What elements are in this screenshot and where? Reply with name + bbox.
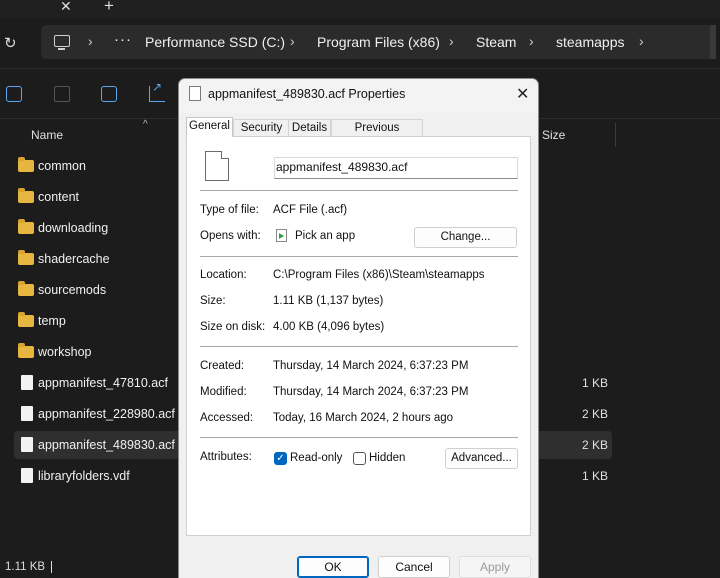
tab-bar: ✕ + (0, 0, 720, 17)
breadcrumb-steam[interactable]: Steam (476, 34, 516, 50)
column-name[interactable]: Name (31, 128, 63, 142)
copy-icon[interactable] (6, 86, 22, 102)
file-size: 2 KB (581, 438, 608, 452)
divider (200, 190, 518, 191)
readonly-label[interactable]: Read-only (290, 452, 342, 464)
file-icon (21, 437, 33, 452)
apply-button[interactable]: Apply (459, 556, 531, 578)
tab-general[interactable]: General (186, 117, 233, 137)
hidden-checkbox[interactable] (353, 452, 366, 465)
refresh-icon[interactable]: ↻ (4, 34, 17, 52)
new-tab-icon[interactable]: + (104, 0, 114, 16)
opens-with-label: Opens with: (200, 230, 261, 242)
file-name: temp (38, 314, 66, 328)
advanced-button[interactable]: Advanced... (445, 448, 518, 469)
cancel-button[interactable]: Cancel (378, 556, 450, 578)
column-divider[interactable] (615, 123, 616, 147)
divider (200, 437, 518, 438)
folder-icon (18, 250, 34, 265)
status-divider (51, 561, 52, 573)
accessed-label: Accessed: (200, 412, 254, 424)
folder-icon (18, 188, 34, 203)
ok-button[interactable]: OK (297, 556, 369, 578)
file-name: libraryfolders.vdf (38, 469, 130, 483)
chevron-right-icon[interactable]: › (639, 33, 644, 49)
size-value: 1.11 KB (1,137 bytes) (273, 295, 384, 307)
type-label: Type of file: (200, 204, 259, 216)
created-label: Created: (200, 360, 245, 372)
dialog-title: appmanifest_489830.acf Properties (208, 87, 406, 101)
paste-icon[interactable] (54, 86, 70, 102)
location-label: Location: (200, 269, 247, 281)
file-name: content (38, 190, 80, 204)
size-label: Size: (200, 295, 226, 307)
accessed-value: Today, 16 March 2024, 2 hours ago (273, 412, 454, 424)
file-size: 1 KB (581, 469, 608, 483)
type-value: ACF File (.acf) (273, 204, 348, 216)
chevron-right-icon[interactable]: › (290, 33, 295, 49)
file-name-field[interactable]: appmanifest_489830.acf (274, 157, 518, 179)
file-icon (189, 86, 201, 101)
file-size: 1 KB (581, 376, 608, 390)
file-icon (21, 406, 33, 421)
file-name: appmanifest_228980.acf (38, 407, 175, 421)
divider (200, 346, 518, 347)
this-pc-icon[interactable] (54, 35, 70, 50)
folder-icon (18, 312, 34, 327)
attributes-label: Attributes: (200, 451, 252, 463)
close-tab-icon[interactable]: ✕ (60, 0, 72, 15)
properties-dialog: appmanifest_489830.acf Properties ✕ Gene… (178, 78, 539, 578)
tab-details[interactable]: Details (288, 119, 331, 136)
file-name: sourcemods (38, 283, 107, 297)
file-name: appmanifest_47810.acf (38, 376, 168, 390)
sort-ascending-icon: ^ (143, 119, 148, 130)
change-button[interactable]: Change... (414, 227, 517, 248)
address-bar: ↻ › ··· Performance SSD (C:) › Program F… (0, 17, 720, 69)
document-icon (205, 151, 229, 181)
breadcrumb-steamapps[interactable]: steamapps (556, 34, 624, 50)
dialog-footer: OK Cancel Apply (179, 547, 538, 578)
tab-security[interactable]: Security (233, 119, 290, 136)
folder-icon (18, 157, 34, 172)
file-name: shadercache (38, 252, 110, 266)
breadcrumb[interactable]: › ··· Performance SSD (C:) › Program Fil… (41, 25, 716, 59)
hidden-label[interactable]: Hidden (369, 452, 405, 464)
more-breadcrumbs-icon[interactable]: ··· (114, 31, 132, 48)
file-size: 2 KB (581, 407, 608, 421)
folder-icon (18, 281, 34, 296)
breadcrumb-program-files[interactable]: Program Files (x86) (317, 34, 440, 50)
modified-label: Modified: (200, 386, 247, 398)
pick-app-icon (276, 229, 287, 242)
chevron-right-icon[interactable]: › (529, 33, 534, 49)
file-icon (21, 375, 33, 390)
opens-with-value: Pick an app (295, 230, 356, 242)
chevron-right-icon[interactable]: › (449, 33, 454, 49)
folder-icon (18, 219, 34, 234)
close-icon[interactable]: ✕ (516, 84, 529, 104)
file-icon (21, 468, 33, 483)
address-edge (710, 25, 716, 59)
size-on-disk-value: 4.00 KB (4,096 bytes) (273, 321, 385, 333)
dialog-titlebar[interactable]: appmanifest_489830.acf Properties ✕ (179, 79, 538, 113)
size-on-disk-label: Size on disk: (200, 321, 266, 333)
rename-icon[interactable] (101, 86, 117, 102)
modified-value: Thursday, 14 March 2024, 6:37:23 PM (273, 386, 469, 398)
file-name: common (38, 159, 86, 173)
breadcrumb-drive[interactable]: Performance SSD (C:) (145, 34, 285, 50)
column-size[interactable]: Size (542, 128, 565, 142)
share-icon[interactable] (149, 80, 165, 102)
chevron-right-icon[interactable]: › (88, 33, 93, 49)
file-name: workshop (38, 345, 92, 359)
folder-icon (18, 343, 34, 358)
file-name: appmanifest_489830.acf (38, 438, 175, 452)
general-panel: appmanifest_489830.acf Type of file: ACF… (186, 136, 531, 536)
tab-previous-versions[interactable]: Previous Versions (331, 119, 423, 150)
readonly-checkbox[interactable]: ✓ (274, 452, 287, 465)
location-value: C:\Program Files (x86)\Steam\steamapps (273, 269, 485, 281)
dialog-tabs: General Security Details Previous Versio… (186, 117, 531, 150)
selection-size: 1.11 KB (5, 561, 46, 573)
created-value: Thursday, 14 March 2024, 6:37:23 PM (273, 360, 469, 372)
divider (200, 256, 518, 257)
file-name: downloading (38, 221, 109, 235)
